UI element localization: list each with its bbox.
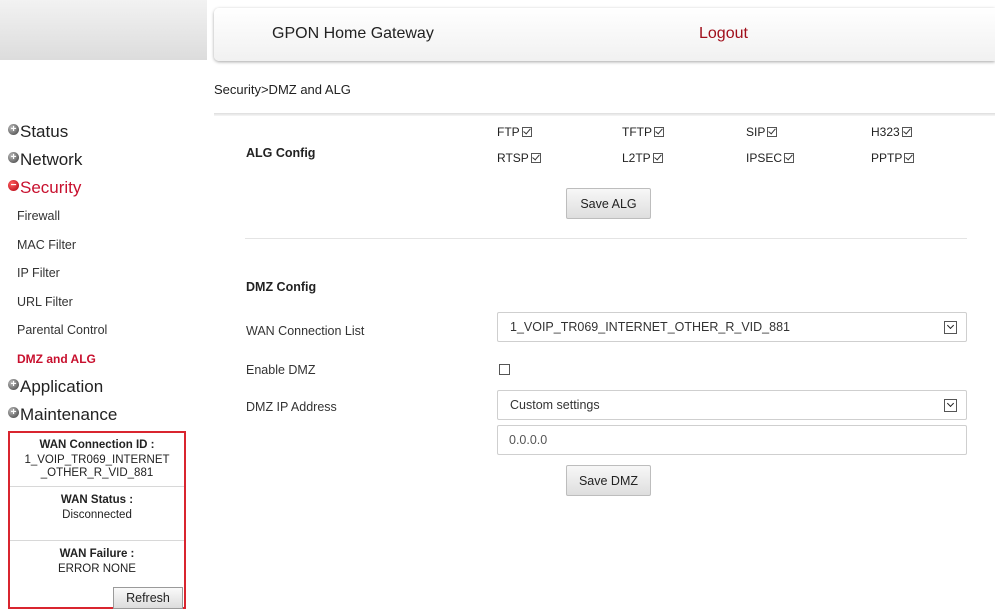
breadcrumb: Security>DMZ and ALG <box>214 82 351 97</box>
wan-connection-id-label: WAN Connection ID : <box>39 439 155 451</box>
nav-application-label: Application <box>20 377 104 396</box>
wan-connection-list-value: 1_VOIP_TR069_INTERNET_OTHER_R_VID_881 <box>510 320 790 334</box>
expand-plus-icon: + <box>8 406 19 418</box>
checkbox-checked-icon <box>652 153 663 163</box>
checkbox-checked-icon <box>901 127 912 137</box>
logo-area <box>0 0 207 60</box>
logout-link[interactable]: Logout <box>699 25 748 43</box>
alg-l2tp-label: L2TP <box>622 151 651 165</box>
nav-network[interactable]: + Network <box>0 146 200 174</box>
alg-config-title: ALG Config <box>246 146 316 160</box>
wan-status-label: WAN Status : <box>60 494 134 506</box>
sidebar-item-parental-control[interactable]: Parental Control <box>0 316 200 345</box>
wan-connection-list-label: WAN Connection List <box>246 324 365 338</box>
wan-connection-id-section: WAN Connection ID : 1_VOIP_TR069_INTERNE… <box>10 433 184 487</box>
alg-rtsp-checkbox[interactable]: RTSP <box>497 151 541 165</box>
alg-ftp-label: FTP <box>497 125 520 139</box>
sidebar-item-firewall[interactable]: Firewall <box>0 202 200 231</box>
sidebar-item-url-filter[interactable]: URL Filter <box>0 288 200 317</box>
chevron-down-icon <box>944 398 957 412</box>
alg-sip-label: SIP <box>746 125 766 139</box>
nav-status[interactable]: + Status <box>0 118 200 146</box>
content-divider <box>214 113 995 116</box>
wan-failure-value: ERROR NONE <box>58 563 136 575</box>
alg-pptp-label: PPTP <box>871 151 903 165</box>
alg-h323-checkbox[interactable]: H323 <box>871 125 912 139</box>
checkbox-checked-icon <box>767 127 778 137</box>
expand-plus-icon: + <box>8 151 19 163</box>
nav-security-label: Security <box>20 178 82 197</box>
app-title: GPON Home Gateway <box>272 25 434 42</box>
dmz-ip-mode-select[interactable]: Custom settings <box>497 390 967 420</box>
nav-network-label: Network <box>20 150 83 169</box>
dmz-ip-mode-value: Custom settings <box>510 398 600 412</box>
sidebar-item-dmz-and-alg[interactable]: DMZ and ALG <box>0 345 200 374</box>
sidebar-item-mac-filter[interactable]: MAC Filter <box>0 231 200 260</box>
wan-info-panel: WAN Connection ID : 1_VOIP_TR069_INTERNE… <box>8 431 186 609</box>
section-divider <box>245 238 967 239</box>
dmz-ip-address-label: DMZ IP Address <box>246 400 337 414</box>
wan-connection-id-value-line1: 1_VOIP_TR069_INTERNET <box>24 454 170 466</box>
alg-h323-label: H323 <box>871 125 900 139</box>
sidebar-item-ip-filter[interactable]: IP Filter <box>0 259 200 288</box>
enable-dmz-checkbox[interactable] <box>499 364 510 375</box>
alg-l2tp-checkbox[interactable]: L2TP <box>622 151 663 165</box>
checkbox-checked-icon <box>904 153 915 163</box>
top-header: GPON Home Gateway Logout <box>214 8 995 61</box>
dmz-config-title: DMZ Config <box>246 280 317 294</box>
alg-ipsec-label: IPSEC <box>746 151 783 165</box>
collapse-minus-icon: − <box>8 179 19 191</box>
checkbox-checked-icon <box>784 153 795 163</box>
checkbox-checked-icon <box>530 153 541 163</box>
wan-failure-section: WAN Failure : ERROR NONE <box>10 541 184 581</box>
side-nav: + Status + Network − Security Firewall M… <box>0 118 200 429</box>
nav-security[interactable]: − Security <box>0 174 200 202</box>
refresh-button[interactable]: Refresh <box>113 587 183 609</box>
alg-tftp-checkbox[interactable]: TFTP <box>622 125 664 139</box>
alg-tftp-label: TFTP <box>622 125 652 139</box>
checkbox-checked-icon <box>654 127 664 137</box>
wan-status-section: WAN Status : Disconnected <box>10 487 184 541</box>
wan-status-value: Disconnected <box>62 509 132 521</box>
wan-failure-label: WAN Failure : <box>59 548 135 560</box>
chevron-down-icon <box>944 320 957 334</box>
nav-application[interactable]: + Application <box>0 373 200 401</box>
alg-ftp-checkbox[interactable]: FTP <box>497 125 532 139</box>
wan-connection-list-select[interactable]: 1_VOIP_TR069_INTERNET_OTHER_R_VID_881 <box>497 312 967 342</box>
alg-sip-checkbox[interactable]: SIP <box>746 125 778 139</box>
nav-maintenance[interactable]: + Maintenance <box>0 401 200 429</box>
nav-status-label: Status <box>20 122 69 141</box>
alg-rtsp-label: RTSP <box>497 151 529 165</box>
save-dmz-button[interactable]: Save DMZ <box>566 465 651 496</box>
dmz-ip-address-input[interactable] <box>497 425 967 455</box>
expand-plus-icon: + <box>8 378 19 390</box>
checkbox-checked-icon <box>521 127 532 137</box>
expand-plus-icon: + <box>8 123 19 135</box>
save-alg-button[interactable]: Save ALG <box>566 188 651 219</box>
enable-dmz-label: Enable DMZ <box>246 363 316 377</box>
wan-connection-id-value-line2: _OTHER_R_VID_881 <box>40 467 154 479</box>
alg-ipsec-checkbox[interactable]: IPSEC <box>746 151 795 165</box>
nav-maintenance-label: Maintenance <box>20 405 118 424</box>
alg-pptp-checkbox[interactable]: PPTP <box>871 151 915 165</box>
